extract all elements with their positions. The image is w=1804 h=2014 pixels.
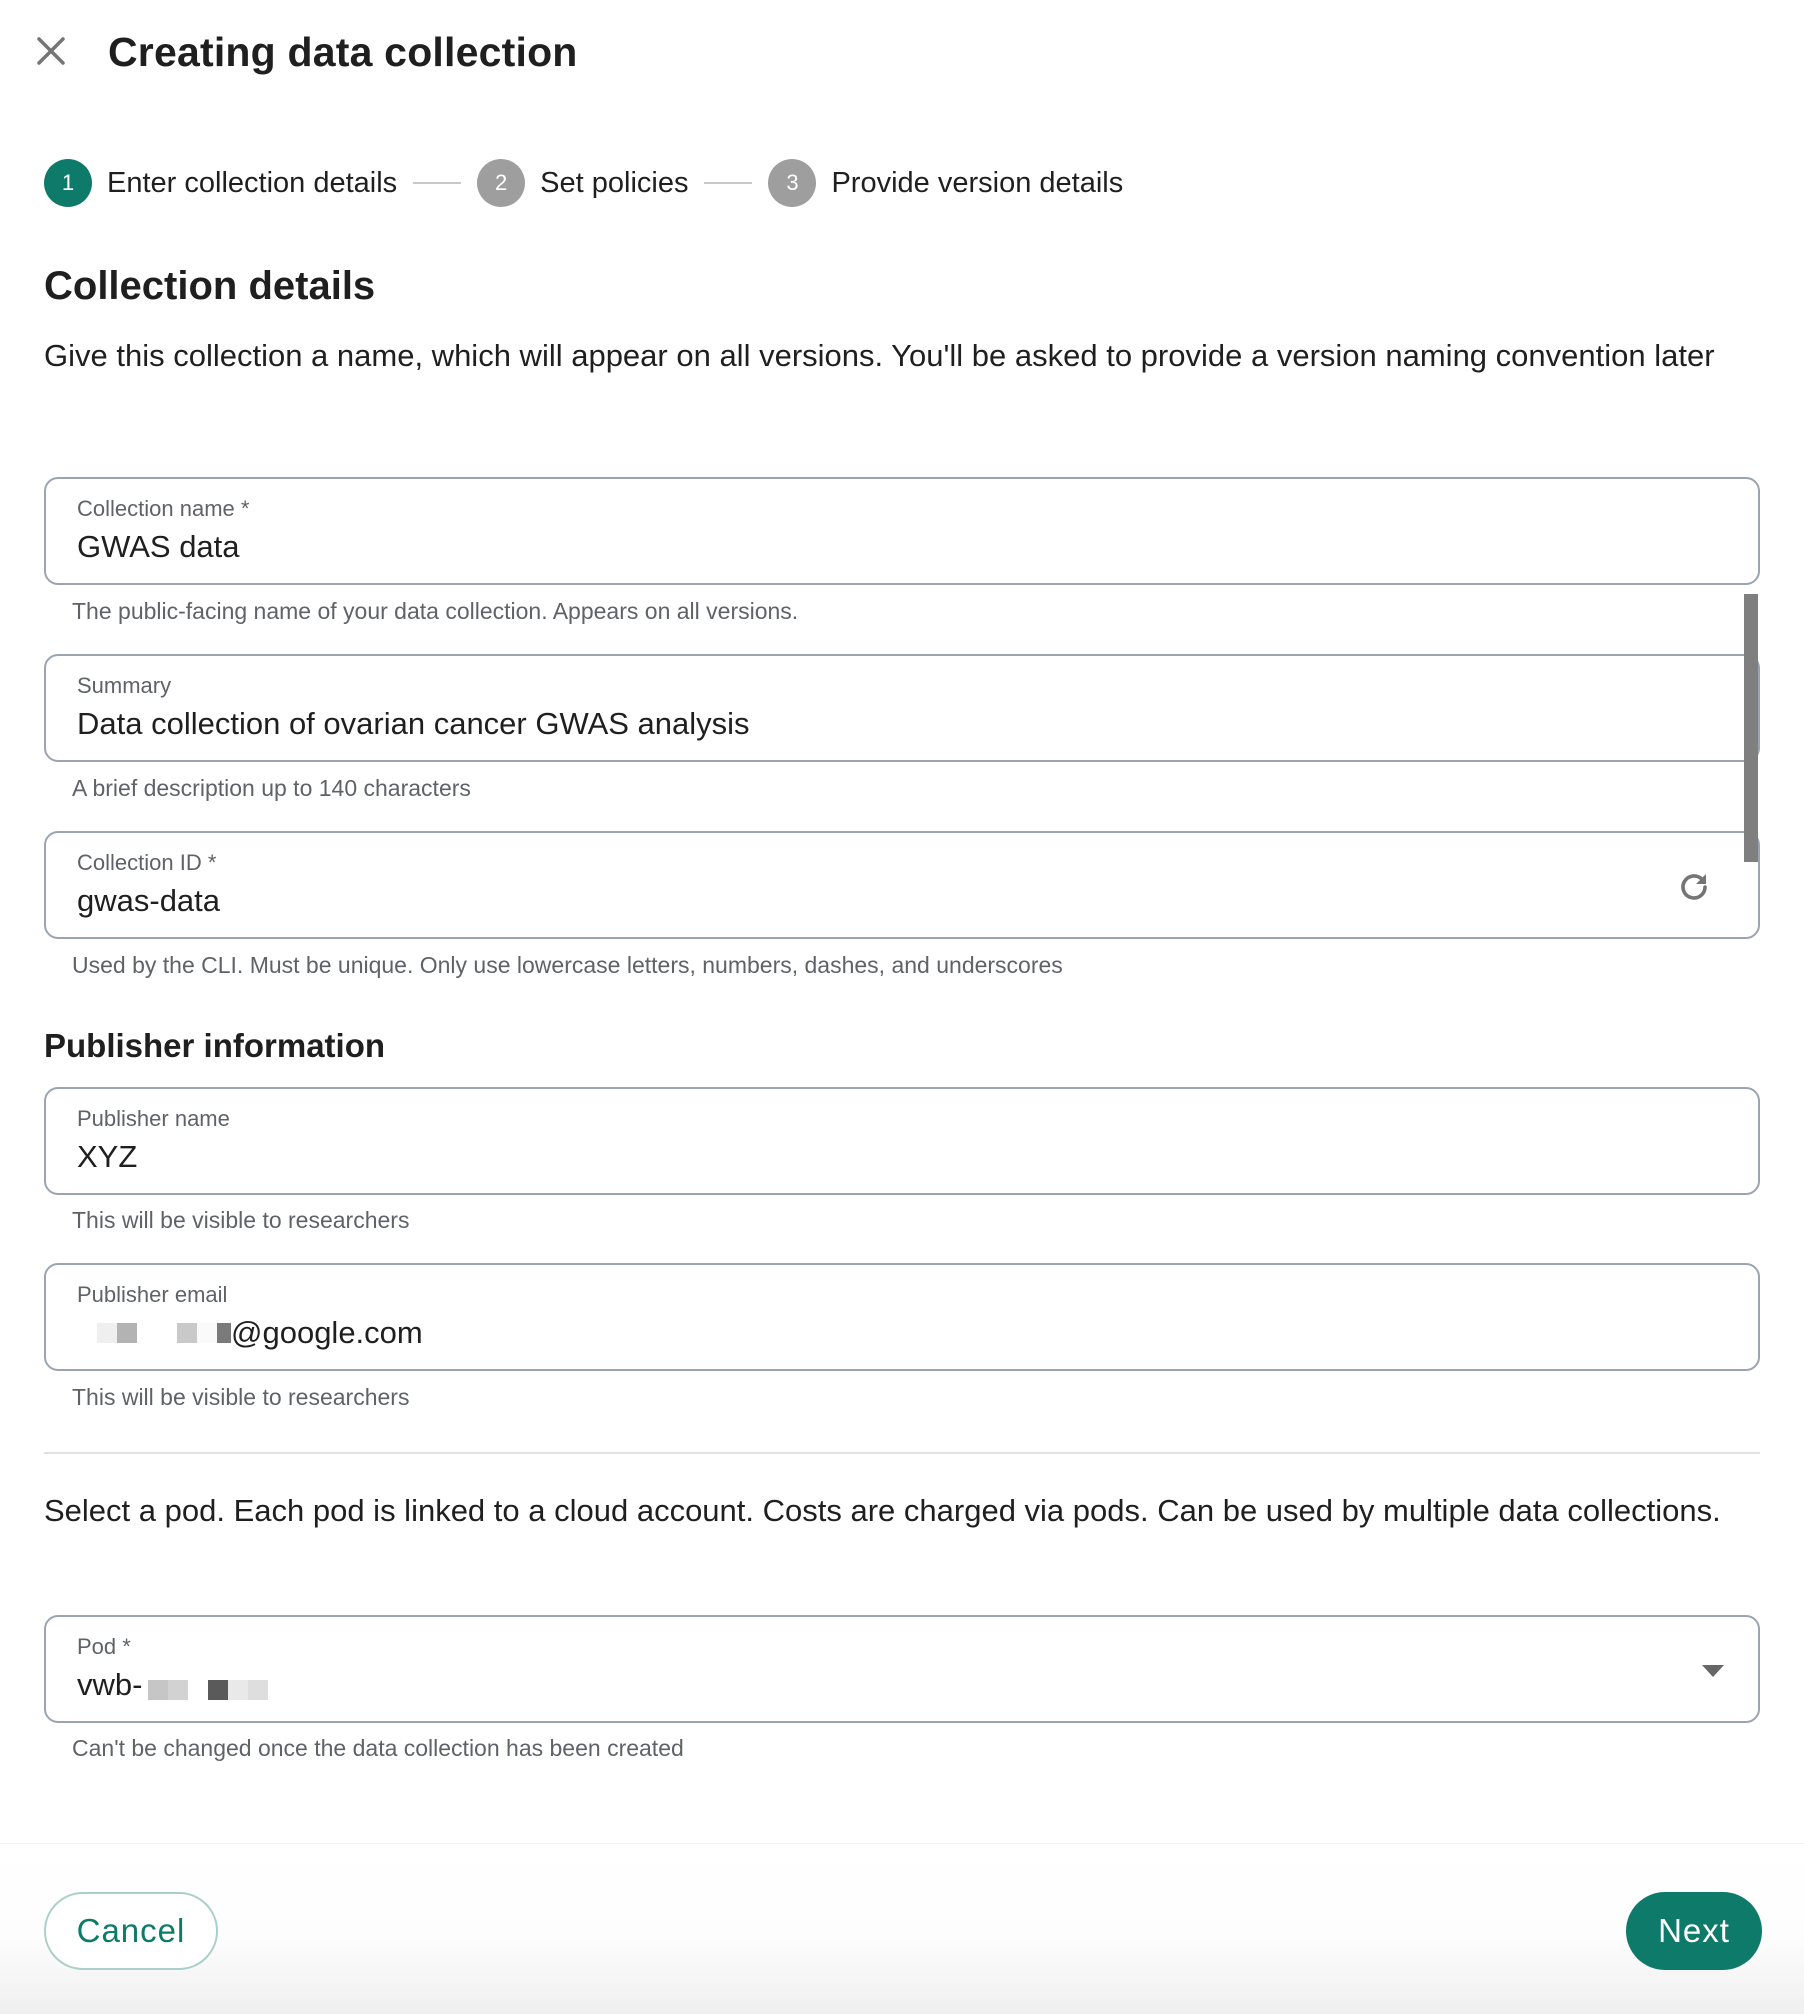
collection-id-input[interactable]: gwas-data [77, 881, 220, 921]
step-connector [704, 182, 753, 184]
field-label: Summary [77, 673, 172, 698]
cancel-button[interactable]: Cancel [44, 1892, 218, 1970]
next-button[interactable]: Next [1626, 1892, 1762, 1970]
step-set-policies[interactable]: 2 Set policies [477, 159, 688, 207]
footer-bar [0, 1843, 1804, 2014]
collection-name-helper: The public-facing name of your data coll… [72, 598, 799, 624]
pod-selected-value[interactable]: vwb- [77, 1665, 269, 1705]
email-domain: @google.com [231, 1315, 423, 1350]
step-provide-version-details[interactable]: 3 Provide version details [768, 159, 1123, 207]
field-label: Publisher email [77, 1282, 228, 1307]
collection-id-helper: Used by the CLI. Must be unique. Only us… [72, 952, 1063, 978]
pod-helper: Can't be changed once the data collectio… [72, 1735, 684, 1761]
publisher-email-input[interactable]: @google.com [77, 1313, 423, 1353]
step-label: Set policies [540, 166, 689, 199]
scrollbar-thumb[interactable] [1744, 594, 1758, 862]
pod-select[interactable]: Pod * vwb- [44, 1615, 1760, 1723]
refresh-icon [1681, 874, 1707, 900]
close-button[interactable] [30, 30, 72, 72]
section-divider [44, 1452, 1760, 1454]
publisher-name-helper: This will be visible to researchers [72, 1207, 410, 1233]
collection-details-description: Give this collection a name, which will … [44, 338, 1715, 373]
collection-name-field[interactable]: Collection name * GWAS data [44, 477, 1760, 585]
summary-helper: A brief description up to 140 characters [72, 775, 471, 801]
collection-name-input[interactable]: GWAS data [77, 527, 240, 567]
field-label: Publisher name [77, 1106, 230, 1131]
pod-prefix: vwb- [77, 1667, 143, 1702]
redacted-text [148, 1680, 269, 1700]
step-number-badge: 1 [44, 159, 92, 207]
publisher-name-input[interactable]: XYZ [77, 1137, 137, 1177]
dropdown-arrow-icon[interactable] [1702, 1665, 1724, 1677]
field-label: Pod * [77, 1634, 131, 1659]
step-connector [413, 182, 462, 184]
publisher-information-heading: Publisher information [44, 1027, 386, 1064]
pod-description: Select a pod. Each pod is linked to a cl… [44, 1493, 1721, 1528]
close-icon [37, 37, 65, 65]
page-title: Creating data collection [108, 29, 578, 75]
publisher-email-field[interactable]: Publisher email @google.com [44, 1263, 1760, 1371]
publisher-name-field[interactable]: Publisher name XYZ [44, 1087, 1760, 1195]
field-label: Collection name * [77, 496, 250, 521]
step-number-badge: 3 [768, 159, 817, 207]
step-label: Provide version details [831, 166, 1124, 199]
step-label: Enter collection details [107, 166, 398, 199]
step-enter-collection-details[interactable]: 1 Enter collection details [44, 159, 397, 207]
field-label: Collection ID * [77, 850, 217, 875]
stepper: 1 Enter collection details 2 Set policie… [44, 159, 1123, 207]
step-number-badge: 2 [477, 159, 526, 207]
collection-details-heading: Collection details [44, 264, 376, 308]
collection-id-field[interactable]: Collection ID * gwas-data [44, 831, 1760, 939]
summary-input[interactable]: Data collection of ovarian cancer GWAS a… [77, 704, 750, 744]
regenerate-id-button[interactable] [1676, 869, 1712, 905]
publisher-email-helper: This will be visible to researchers [72, 1384, 410, 1410]
redacted-text [97, 1323, 231, 1343]
summary-field[interactable]: Summary Data collection of ovarian cance… [44, 654, 1760, 762]
